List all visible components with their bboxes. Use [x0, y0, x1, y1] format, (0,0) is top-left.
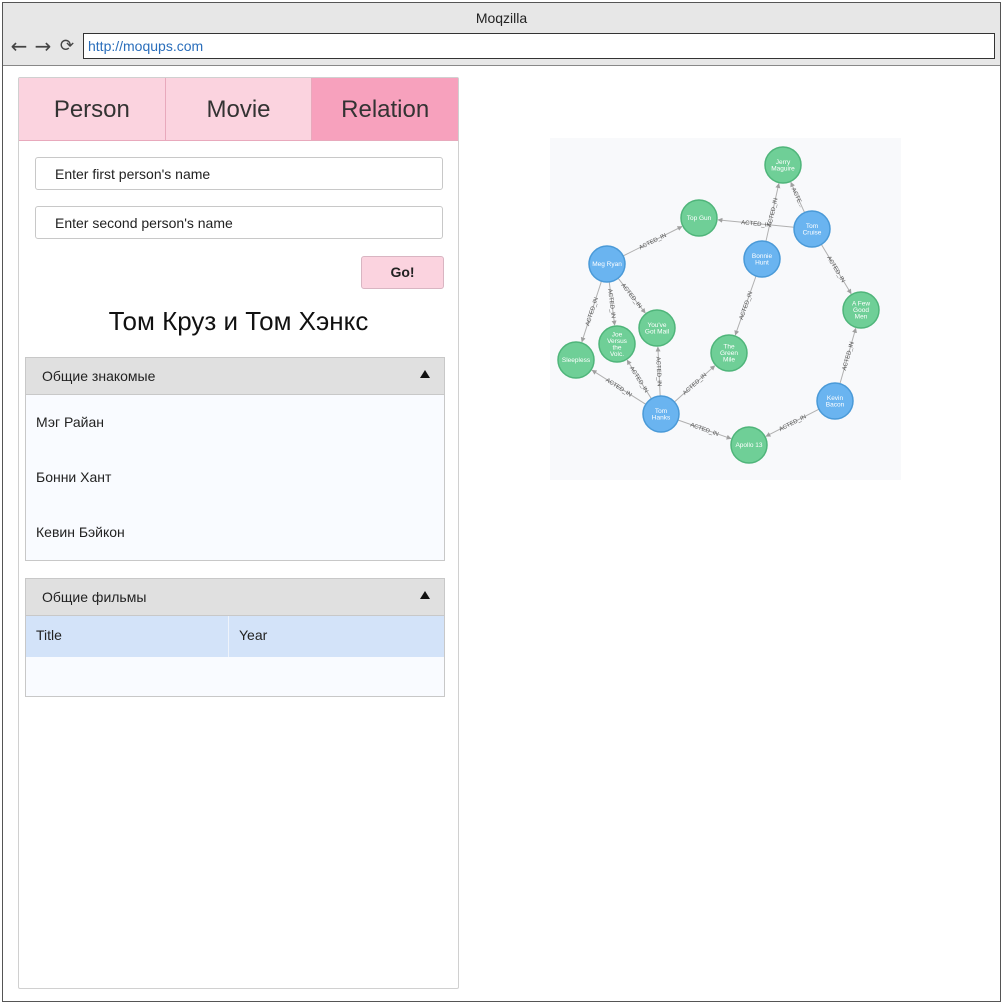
- graph-edge-label: ACTED_IN: [778, 414, 807, 433]
- left-panel: Person Movie Relation Go! Том Круз и Том…: [18, 77, 459, 989]
- navigation-bar: ← → ⟳ http://moqups.com: [3, 29, 1000, 66]
- result-heading: Том Круз и Том Хэнкс: [108, 306, 369, 336]
- graph-edge-label: ACTED_IN: [628, 366, 649, 394]
- graph-edge-label: ACTED_IN: [585, 297, 600, 327]
- graph-node-label: Hanks: [652, 414, 671, 421]
- common-movies-header[interactable]: Общие фильмы: [26, 579, 444, 616]
- first-person-input[interactable]: [35, 157, 443, 190]
- graph-edge-label: ACTED_IN: [767, 198, 779, 228]
- graph-node-label: Hunt: [755, 259, 769, 266]
- graph-node-label: Sleepless: [562, 357, 591, 364]
- graph-edge-label: ACTED_IN: [638, 233, 667, 252]
- graph-node-label: Men: [855, 314, 868, 321]
- common-acquaintances-header[interactable]: Общие знакомые: [26, 358, 444, 395]
- list-item[interactable]: Кевин Бэйкон: [26, 505, 444, 560]
- collapse-triangle-icon[interactable]: [420, 370, 430, 378]
- common-acquaintances-panel: Общие знакомые Мэг Райан Бонни Хант Кеви…: [25, 357, 445, 561]
- list-item[interactable]: Бонни Хант: [26, 450, 444, 505]
- graph-edge-label: ACTED_IN: [842, 341, 856, 371]
- graph-node-label: Bacon: [826, 401, 845, 408]
- graph-edge-label: ACTED_IN: [604, 378, 632, 399]
- list-item[interactable]: Мэг Райан: [26, 395, 444, 450]
- graph-node-label: Maguire: [771, 165, 795, 172]
- tab-bar: Person Movie Relation: [19, 78, 459, 141]
- tab-person[interactable]: Person: [19, 78, 166, 141]
- graph-node-label: Meg Ryan: [592, 261, 622, 268]
- common-movies-title: Общие фильмы: [42, 589, 147, 605]
- relationship-graph: ACTE... ACTED_IN ACTED_IN ACTED_IN ACTED_IN A…: [550, 138, 901, 480]
- graph-edge-label: ACTED_IN: [741, 220, 771, 229]
- common-acquaintances-title: Общие знакомые: [42, 368, 156, 384]
- column-header-year[interactable]: Year: [229, 616, 444, 657]
- second-person-input[interactable]: [35, 206, 443, 239]
- table-body-empty: [26, 657, 444, 696]
- graph-edge-label: ACTED_IN: [654, 357, 661, 387]
- graph-node-label: Mile: [723, 357, 735, 364]
- forward-arrow-icon[interactable]: →: [33, 35, 53, 57]
- tab-movie[interactable]: Movie: [165, 78, 313, 141]
- graph-edge-label: ACTED_IN: [689, 423, 719, 439]
- go-button[interactable]: Go!: [361, 256, 444, 289]
- graph-node-label: Apollo 13: [735, 442, 762, 449]
- graph-edge-label: ACTED_IN: [619, 283, 642, 310]
- common-movies-panel: Общие фильмы Title Year: [25, 578, 445, 697]
- graph-node-label: Cruise: [803, 229, 822, 236]
- table-header: Title Year: [26, 616, 444, 657]
- graph-node-label: Volc.: [610, 351, 624, 358]
- reload-icon[interactable]: ⟳: [57, 35, 77, 57]
- graph-canvas: ACTE...ACTED_INACTED_INACTED_INACTED_INA…: [557, 146, 880, 464]
- graph-edge-label: ACTED_IN: [739, 291, 754, 321]
- tab-relation[interactable]: Relation: [312, 78, 459, 141]
- address-bar[interactable]: http://moqups.com: [83, 33, 995, 59]
- back-arrow-icon[interactable]: ←: [9, 35, 29, 57]
- column-header-title[interactable]: Title: [26, 616, 229, 657]
- graph-edge-label: ACTED_IN: [682, 372, 708, 396]
- collapse-triangle-icon[interactable]: [420, 591, 430, 599]
- graph-node-label: Got Mail: [645, 328, 670, 335]
- graph-node-label: Top Gun: [687, 215, 712, 222]
- graph-edge-label: ACTED_IN: [606, 289, 616, 319]
- graph-edge-label: ACTED_IN: [825, 255, 845, 283]
- graph-edge-label: ACTE...: [790, 187, 804, 209]
